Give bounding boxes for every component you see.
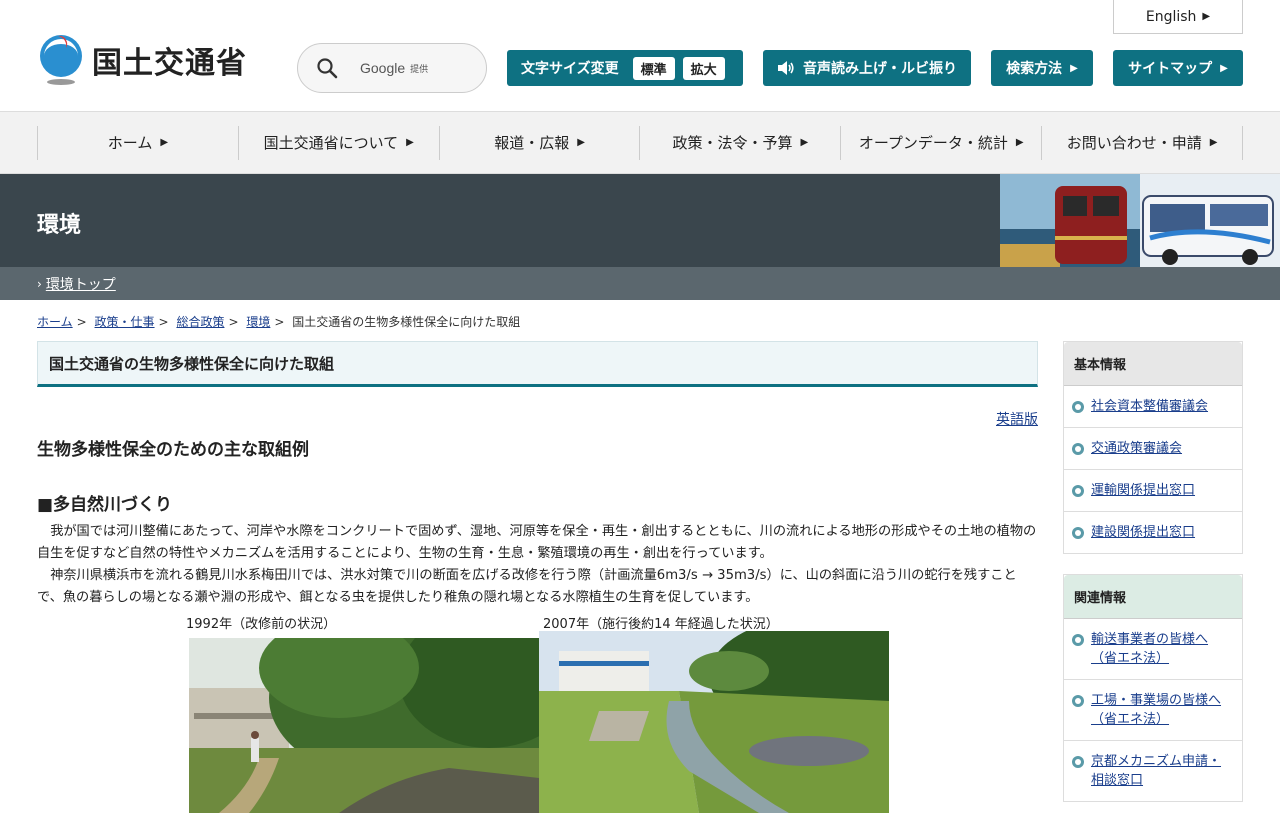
circle-bullet-icon: [1072, 756, 1084, 768]
sitemap-label: サイトマップ: [1128, 61, 1213, 77]
body-paragraph: 神奈川県横浜市を流れる鶴見川水系梅田川では、洪水対策で川の断面を広げる改修を行う…: [37, 568, 1017, 605]
font-size-label: 文字サイズ変更: [521, 61, 619, 77]
sidebar-item: 運輸関係提出窓口: [1064, 470, 1242, 512]
gnav-item-press[interactable]: 報道・広報 ▶: [438, 125, 640, 160]
gnav-label: オープンデータ・統計: [858, 134, 1008, 152]
sidebar-link[interactable]: 京都メカニズム申請・相談窓口: [1091, 752, 1232, 790]
main-content: 国土交通省の生物多様性保全に向けた取組 英語版 生物多様性保全のための主な取組例…: [37, 341, 1038, 813]
speaker-icon: [778, 61, 794, 75]
category-banner: 環境: [0, 174, 1280, 267]
breadcrumb-link[interactable]: ホーム: [37, 315, 73, 329]
sidebar-link[interactable]: 建設関係提出窓口: [1091, 523, 1195, 542]
section-heading: 生物多様性保全のための主な取組例: [37, 440, 309, 460]
sitemap-button[interactable]: サイトマップ ▶: [1113, 50, 1243, 86]
breadcrumb-link[interactable]: 政策・仕事: [95, 315, 155, 329]
breadcrumb: ホーム > 政策・仕事 > 総合政策 > 環境 > 国土交通省の生物多様性保全に向けた取…: [37, 313, 520, 330]
global-nav: ホーム ▶ 国土交通省について ▶ 報道・広報 ▶ 政策・法令・予算 ▶ オープンデータ…: [0, 112, 1280, 174]
photo-row: [37, 631, 1038, 813]
sidebar-item: 輸送事業者の皆様へ（省エネ法）: [1064, 619, 1242, 680]
site-header: 国土交通省 Google 提供 English ▶ 文字サイズ変更 標準 拡大 …: [0, 0, 1280, 112]
english-label: English: [1145, 8, 1197, 25]
photo-caption-before: 1992年（改修前の状況）: [186, 617, 337, 632]
english-version-row: 英語版: [37, 409, 1038, 429]
mlit-logo-icon: [40, 35, 82, 85]
sidebar-link[interactable]: 運輸関係提出窓口: [1091, 481, 1195, 500]
chevron-right-icon: ›: [37, 276, 42, 291]
sidebar-heading: 基本情報: [1064, 342, 1242, 386]
body-paragraph: 我が国では河川整備にあたって、河岸や水際をコンクリートで固めず、湿地、河原等を保…: [37, 524, 1037, 561]
circle-bullet-icon: [1072, 695, 1084, 707]
breadcrumb-separator: >: [228, 315, 239, 329]
search-howto-label: 検索方法: [1006, 61, 1063, 77]
gnav-label: 国土交通省について: [263, 134, 399, 152]
gnav-label: 政策・法令・予算: [672, 134, 793, 152]
photo-caption-after: 2007年（施行後約14 年経過した状況）: [543, 617, 779, 632]
triangle-right-icon: ▶: [1070, 62, 1078, 74]
page-title: 国土交通省の生物多様性保全に向けた取組: [37, 341, 1038, 387]
breadcrumb-link[interactable]: 環境: [246, 315, 270, 329]
breadcrumb-link[interactable]: 総合政策: [176, 315, 224, 329]
breadcrumb-separator: >: [158, 315, 169, 329]
circle-bullet-icon: [1072, 634, 1084, 646]
sidebar-item: 社会資本整備審議会: [1064, 386, 1242, 428]
breadcrumb-separator: >: [76, 315, 87, 329]
circle-bullet-icon: [1072, 485, 1084, 497]
triangle-right-icon: ▶: [1220, 62, 1228, 74]
english-button[interactable]: English ▶: [1113, 0, 1243, 34]
sidebar-related-info: 関連情報 輸送事業者の皆様へ（省エネ法） 工場・事業場の皆様へ（省エネ法） 京都…: [1063, 574, 1243, 802]
river-photo-1992: [189, 638, 539, 813]
sidebar-item: 工場・事業場の皆様へ（省エネ法）: [1064, 680, 1242, 741]
english-version-link[interactable]: 英語版: [996, 412, 1038, 428]
banner-image-train-bus: [1000, 174, 1280, 267]
sidebar: 基本情報 社会資本整備審議会 交通政策審議会 運輸関係提出窓口 建設関係提出窓口…: [1063, 341, 1243, 822]
sidebar-item: 建設関係提出窓口: [1064, 512, 1242, 553]
triangle-right-icon: ▶: [577, 137, 585, 148]
site-logo-text: 国土交通省: [92, 46, 247, 81]
triangle-right-icon: ▶: [800, 137, 809, 148]
gnav-item-contact[interactable]: お問い合わせ・申請 ▶: [1041, 125, 1243, 160]
google-brand: Google: [360, 60, 406, 76]
sidebar-heading: 関連情報: [1064, 575, 1242, 619]
circle-bullet-icon: [1072, 401, 1084, 413]
gnav-item-policy[interactable]: 政策・法令・予算 ▶: [639, 125, 840, 160]
category-title: 環境: [37, 213, 82, 238]
font-size-control: 文字サイズ変更 標準 拡大: [507, 50, 743, 86]
gnav-item-about[interactable]: 国土交通省について ▶: [237, 125, 439, 160]
sidebar-link[interactable]: 工場・事業場の皆様へ（省エネ法）: [1091, 691, 1232, 729]
site-search[interactable]: Google 提供: [297, 43, 487, 93]
google-provided: 提供: [410, 64, 429, 75]
voice-reading-button[interactable]: 音声読み上げ・ルビ振り: [763, 50, 971, 86]
triangle-right-icon: ▶: [1202, 11, 1211, 22]
triangle-right-icon: ▶: [1015, 137, 1024, 148]
photo-captions: 1992年（改修前の状況） 2007年（施行後約14 年経過した状況）: [37, 611, 1038, 632]
breadcrumb-current: 国土交通省の生物多様性保全に向けた取組: [292, 315, 521, 329]
river-photo-2007: [539, 631, 889, 813]
sidebar-link[interactable]: 輸送事業者の皆様へ（省エネ法）: [1091, 630, 1232, 668]
circle-bullet-icon: [1072, 527, 1084, 539]
sidebar-basic-info: 基本情報 社会資本整備審議会 交通政策審議会 運輸関係提出窓口 建設関係提出窓口: [1063, 341, 1243, 554]
category-subnav: › 環境トップ: [0, 267, 1280, 300]
gnav-label: お問い合わせ・申請: [1066, 134, 1202, 152]
voice-reading-label: 音声読み上げ・ルビ振り: [803, 61, 957, 77]
gnav-item-opendata[interactable]: オープンデータ・統計 ▶: [840, 125, 1041, 160]
sidebar-link[interactable]: 交通政策審議会: [1091, 439, 1182, 458]
gnav-item-home[interactable]: ホーム ▶: [37, 125, 238, 160]
sidebar-link[interactable]: 社会資本整備審議会: [1091, 397, 1208, 416]
gnav-label: 報道・広報: [494, 134, 570, 152]
subnav-link-environment-top[interactable]: 環境トップ: [46, 274, 116, 294]
circle-bullet-icon: [1072, 443, 1084, 455]
font-size-standard-button[interactable]: 標準: [632, 56, 675, 80]
triangle-right-icon: ▶: [160, 137, 169, 148]
triangle-right-icon: ▶: [1209, 137, 1218, 148]
font-size-large-button[interactable]: 拡大: [682, 56, 725, 80]
sidebar-item: 交通政策審議会: [1064, 428, 1242, 470]
gnav-label: ホーム: [107, 134, 153, 152]
search-icon[interactable]: [316, 57, 338, 79]
sidebar-item: 京都メカニズム申請・相談窓口: [1064, 741, 1242, 801]
triangle-right-icon: ▶: [406, 137, 414, 148]
site-logo[interactable]: 国土交通省: [36, 34, 247, 86]
subsection-heading: ■多自然川づくり: [37, 495, 173, 515]
search-howto-button[interactable]: 検索方法 ▶: [991, 50, 1093, 86]
breadcrumb-separator: >: [274, 315, 285, 329]
